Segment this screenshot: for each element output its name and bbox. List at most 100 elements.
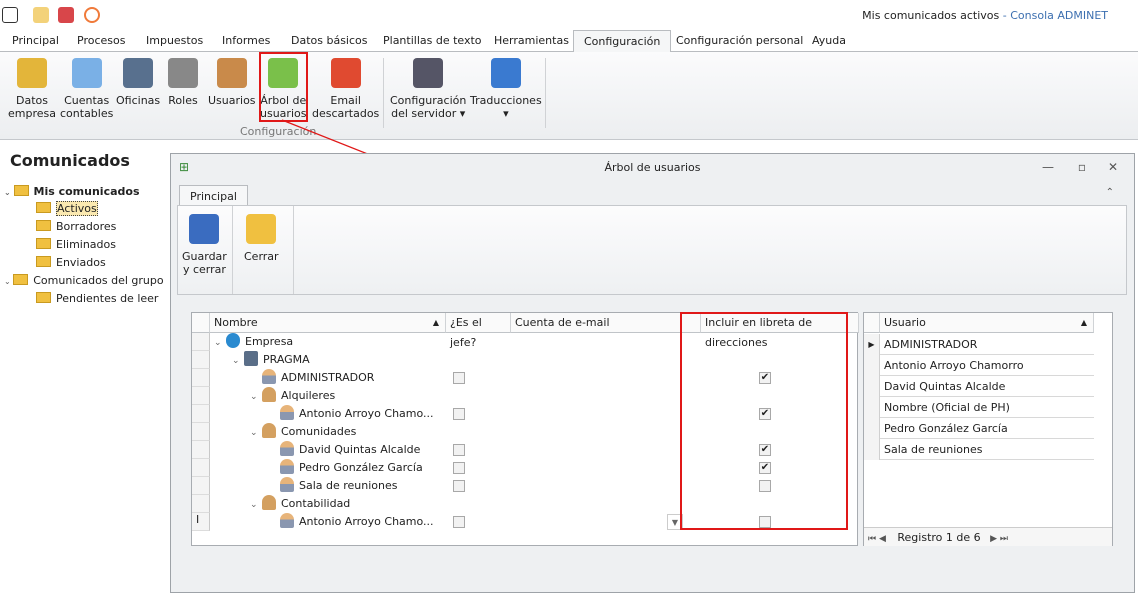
row-indicator[interactable] [192, 333, 210, 351]
folder-icon [36, 292, 51, 303]
folder-icon [36, 238, 51, 249]
expand-chevron-icon[interactable]: ⌄ [250, 496, 262, 514]
column-header-jefe[interactable]: ¿Es el jefe? [446, 313, 511, 349]
folder-exit-icon [246, 214, 277, 244]
tree-row[interactable]: David Quintas Alcalde [210, 441, 420, 459]
tab-9[interactable]: Ayuda [812, 34, 846, 47]
tab-0[interactable]: Principal [12, 34, 59, 47]
group-icon [262, 387, 276, 402]
ribbon-button-0[interactable]: Datos empresa [8, 58, 56, 120]
tab-1[interactable]: Procesos [77, 34, 125, 47]
tab-4[interactable]: Datos básicos [291, 34, 368, 47]
sidebar: Comunicados ⌄ Mis comunicados Activos Borr… [0, 140, 168, 596]
pager-first-prev[interactable]: ⏮ ◀ [868, 534, 886, 544]
tree-row[interactable]: ADMINISTRADOR [210, 369, 374, 387]
expand-chevron-icon[interactable]: ⌄ [214, 334, 226, 352]
row-indicator[interactable] [192, 495, 210, 513]
row-indicator[interactable] [192, 405, 210, 423]
sidebar-item-2[interactable]: Borradores [36, 220, 116, 233]
expand-chevron-icon[interactable]: ⌄ [232, 352, 244, 370]
tree-row[interactable]: ⌄ Contabilidad [210, 495, 350, 513]
folder-icon [13, 185, 29, 196]
boss-checkbox[interactable] [453, 462, 465, 474]
ribbon-button-2[interactable]: Oficinas [116, 58, 160, 107]
sidebar-item-6[interactable]: Pendientes de leer [36, 292, 158, 305]
tab-6[interactable]: Herramientas [494, 34, 569, 47]
column-header-nombre[interactable]: Nombre ▲ [210, 313, 446, 333]
boss-checkbox[interactable] [453, 480, 465, 492]
highlight-box [680, 312, 848, 530]
tree-row[interactable]: ⌄ Alquileres [210, 387, 335, 405]
ribbon-button-4[interactable]: Usuarios [208, 58, 256, 107]
boss-checkbox[interactable] [453, 372, 465, 384]
boss-checkbox[interactable] [453, 516, 465, 528]
window-title: Mis comunicados activos - Consola ADMINE… [862, 9, 1108, 22]
save-icon [189, 214, 220, 244]
ribbon-button-7[interactable]: Configuración del servidor ▾ [390, 58, 466, 120]
sidebar-item-0[interactable]: ⌄ Mis comunicados [4, 185, 140, 198]
mail-icon[interactable] [33, 7, 49, 23]
row-indicator[interactable] [192, 441, 210, 459]
tools-icon [413, 58, 444, 88]
pager-next-last[interactable]: ▶ ⏭ [990, 534, 1008, 544]
tree-row[interactable]: Pedro González García [210, 459, 423, 477]
broadcast-icon[interactable] [84, 7, 100, 23]
row-indicator[interactable]: I [192, 513, 210, 531]
ribbon-button-8[interactable]: Traducciones ▾ [470, 58, 542, 120]
tree-row[interactable]: ⌄ Empresa [210, 333, 293, 351]
column-header-email[interactable]: Cuenta de e-mail [511, 313, 701, 333]
tree-row[interactable]: Antonio Arroyo Chamo... [210, 513, 434, 531]
expand-chevron-icon[interactable]: ⌄ [250, 424, 262, 442]
dialog-title: Árbol de usuarios [604, 161, 701, 174]
translate-icon [490, 58, 521, 88]
ribbon-button-3[interactable]: Roles [168, 58, 198, 107]
collapse-ribbon-icon[interactable]: ⌃ [1106, 187, 1114, 198]
tab-7[interactable]: Configuración [573, 30, 672, 53]
row-indicator[interactable] [192, 369, 210, 387]
blocked-email-icon [330, 58, 361, 88]
user-row[interactable]: Nombre (Oficial de PH) [864, 397, 1094, 418]
maximize-button[interactable]: ▫ [1078, 160, 1086, 174]
sidebar-item-1[interactable]: Activos [36, 201, 98, 216]
app-menu-icon[interactable] [2, 7, 18, 23]
tab-8[interactable]: Configuración personal [676, 34, 803, 47]
boss-checkbox[interactable] [453, 444, 465, 456]
ribbon-tabs: Principal Procesos Impuestos Informes Datos … [0, 30, 1138, 53]
user-icon [280, 477, 294, 492]
close-button[interactable]: ✕ [1108, 160, 1118, 174]
tab-2[interactable]: Impuestos [146, 34, 203, 47]
group-icon [262, 495, 276, 510]
expand-chevron-icon[interactable]: ⌄ [250, 388, 262, 406]
save-close-button[interactable]: Guardar y cerrar [182, 214, 227, 276]
user-row[interactable]: Pedro González García [864, 418, 1094, 439]
boss-checkbox[interactable] [453, 408, 465, 420]
user-row[interactable]: Sala de reuniones [864, 439, 1094, 460]
users-grid: Usuario ▲ ▶ ADMINISTRADOR Antonio Arroyo Ch… [863, 312, 1113, 546]
tree-row[interactable]: Antonio Arroyo Chamo... [210, 405, 434, 423]
tab-3[interactable]: Informes [222, 34, 270, 47]
tab-5[interactable]: Plantillas de texto [383, 34, 482, 47]
user-row[interactable]: David Quintas Alcalde [864, 376, 1094, 397]
row-indicator[interactable] [192, 459, 210, 477]
tree-row[interactable]: ⌄ PRAGMA [210, 351, 310, 369]
row-indicator[interactable] [192, 477, 210, 495]
column-header-usuario[interactable]: Usuario ▲ [880, 313, 1094, 333]
user-row[interactable]: Antonio Arroyo Chamorro [864, 355, 1094, 376]
row-indicator[interactable] [192, 387, 210, 405]
tasks-icon[interactable] [58, 7, 74, 23]
ribbon-button-1[interactable]: Cuentas contables [60, 58, 113, 120]
minimize-button[interactable]: — [1042, 160, 1054, 174]
row-indicator[interactable] [192, 351, 210, 369]
sidebar-item-5[interactable]: ⌄ Comunicados del grupo [4, 274, 164, 287]
sidebar-item-3[interactable]: Eliminados [36, 238, 116, 251]
folder-icon [36, 202, 51, 213]
tree-row[interactable]: ⌄ Comunidades [210, 423, 356, 441]
ribbon-button-6[interactable]: Email descartados [312, 58, 379, 120]
row-indicator[interactable] [192, 423, 210, 441]
tab-principal[interactable]: Principal [179, 185, 248, 207]
user-row[interactable]: ▶ ADMINISTRADOR [864, 334, 1094, 355]
database-icon [17, 58, 47, 88]
sidebar-item-4[interactable]: Enviados [36, 256, 106, 269]
close-dialog-button[interactable]: Cerrar [244, 214, 279, 263]
tree-row[interactable]: Sala de reuniones [210, 477, 398, 495]
